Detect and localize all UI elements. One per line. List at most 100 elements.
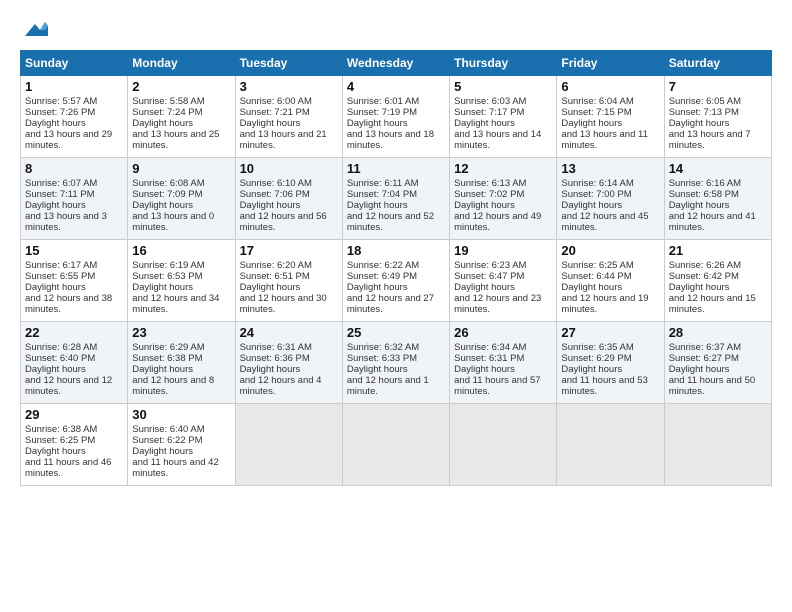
daylight-duration: and 13 hours and 25 minutes. (132, 129, 219, 151)
sunset-label: Sunset: 7:17 PM (454, 107, 524, 118)
daylight-label: Daylight hours (132, 118, 193, 129)
daylight-label: Daylight hours (25, 200, 86, 211)
sunset-label: Sunset: 6:38 PM (132, 353, 202, 364)
day-number: 5 (454, 79, 552, 94)
sunset-label: Sunset: 6:27 PM (669, 353, 739, 364)
daylight-label: Daylight hours (561, 118, 622, 129)
table-row: 23 Sunrise: 6:29 AM Sunset: 6:38 PM Dayl… (128, 322, 235, 404)
daylight-duration: and 13 hours and 11 minutes. (561, 129, 647, 151)
daylight-duration: and 12 hours and 41 minutes. (669, 211, 756, 233)
daylight-duration: and 12 hours and 12 minutes. (25, 375, 112, 397)
table-row: 28 Sunrise: 6:37 AM Sunset: 6:27 PM Dayl… (664, 322, 771, 404)
daylight-label: Daylight hours (347, 282, 408, 293)
day-number: 7 (669, 79, 767, 94)
daylight-label: Daylight hours (240, 118, 301, 129)
sunrise-label: Sunrise: 6:11 AM (347, 178, 419, 189)
daylight-label: Daylight hours (132, 282, 193, 293)
sunrise-label: Sunrise: 6:03 AM (454, 96, 526, 107)
daylight-duration: and 11 hours and 53 minutes. (561, 375, 647, 397)
sunrise-label: Sunrise: 6:19 AM (132, 260, 204, 271)
table-row: 16 Sunrise: 6:19 AM Sunset: 6:53 PM Dayl… (128, 240, 235, 322)
sunrise-label: Sunrise: 6:29 AM (132, 342, 204, 353)
sunset-label: Sunset: 7:04 PM (347, 189, 417, 200)
calendar-table: Sunday Monday Tuesday Wednesday Thursday… (20, 50, 772, 486)
sunset-label: Sunset: 6:58 PM (669, 189, 739, 200)
daylight-duration: and 11 hours and 46 minutes. (25, 457, 111, 479)
daylight-label: Daylight hours (454, 200, 515, 211)
day-number: 25 (347, 325, 445, 340)
sunrise-label: Sunrise: 6:01 AM (347, 96, 419, 107)
daylight-label: Daylight hours (669, 364, 730, 375)
daylight-label: Daylight hours (25, 364, 86, 375)
sunrise-label: Sunrise: 6:14 AM (561, 178, 633, 189)
sunrise-label: Sunrise: 5:57 AM (25, 96, 97, 107)
sunrise-label: Sunrise: 6:05 AM (669, 96, 741, 107)
calendar-week-row: 22 Sunrise: 6:28 AM Sunset: 6:40 PM Dayl… (21, 322, 772, 404)
daylight-duration: and 11 hours and 50 minutes. (669, 375, 755, 397)
sunset-label: Sunset: 6:49 PM (347, 271, 417, 282)
sunrise-label: Sunrise: 6:34 AM (454, 342, 526, 353)
sunrise-label: Sunrise: 6:40 AM (132, 424, 204, 435)
table-row: 15 Sunrise: 6:17 AM Sunset: 6:55 PM Dayl… (21, 240, 128, 322)
calendar-week-row: 29 Sunrise: 6:38 AM Sunset: 6:25 PM Dayl… (21, 404, 772, 486)
daylight-duration: and 12 hours and 1 minute. (347, 375, 429, 397)
sunset-label: Sunset: 7:15 PM (561, 107, 631, 118)
daylight-label: Daylight hours (669, 118, 730, 129)
col-sunday: Sunday (21, 51, 128, 76)
daylight-duration: and 12 hours and 52 minutes. (347, 211, 434, 233)
table-row: 17 Sunrise: 6:20 AM Sunset: 6:51 PM Dayl… (235, 240, 342, 322)
col-tuesday: Tuesday (235, 51, 342, 76)
day-number: 4 (347, 79, 445, 94)
table-row: 2 Sunrise: 5:58 AM Sunset: 7:24 PM Dayli… (128, 76, 235, 158)
table-row: 6 Sunrise: 6:04 AM Sunset: 7:15 PM Dayli… (557, 76, 664, 158)
daylight-label: Daylight hours (347, 118, 408, 129)
day-number: 30 (132, 407, 230, 422)
calendar-container: Sunday Monday Tuesday Wednesday Thursday… (0, 0, 792, 496)
daylight-duration: and 12 hours and 49 minutes. (454, 211, 541, 233)
daylight-label: Daylight hours (240, 282, 301, 293)
table-row: 14 Sunrise: 6:16 AM Sunset: 6:58 PM Dayl… (664, 158, 771, 240)
table-row: 18 Sunrise: 6:22 AM Sunset: 6:49 PM Dayl… (342, 240, 449, 322)
daylight-label: Daylight hours (132, 364, 193, 375)
daylight-label: Daylight hours (454, 118, 515, 129)
day-number: 8 (25, 161, 123, 176)
daylight-duration: and 12 hours and 34 minutes. (132, 293, 219, 315)
daylight-duration: and 11 hours and 57 minutes. (454, 375, 540, 397)
day-number: 18 (347, 243, 445, 258)
daylight-duration: and 12 hours and 8 minutes. (132, 375, 214, 397)
table-row: 5 Sunrise: 6:03 AM Sunset: 7:17 PM Dayli… (450, 76, 557, 158)
day-number: 16 (132, 243, 230, 258)
daylight-label: Daylight hours (240, 364, 301, 375)
daylight-duration: and 12 hours and 19 minutes. (561, 293, 648, 315)
sunset-label: Sunset: 7:26 PM (25, 107, 95, 118)
sunset-label: Sunset: 7:06 PM (240, 189, 310, 200)
daylight-duration: and 13 hours and 3 minutes. (25, 211, 107, 233)
table-row: 26 Sunrise: 6:34 AM Sunset: 6:31 PM Dayl… (450, 322, 557, 404)
daylight-duration: and 12 hours and 27 minutes. (347, 293, 434, 315)
daylight-duration: and 12 hours and 4 minutes. (240, 375, 322, 397)
calendar-week-row: 1 Sunrise: 5:57 AM Sunset: 7:26 PM Dayli… (21, 76, 772, 158)
table-row: 13 Sunrise: 6:14 AM Sunset: 7:00 PM Dayl… (557, 158, 664, 240)
day-number: 27 (561, 325, 659, 340)
sunrise-label: Sunrise: 6:16 AM (669, 178, 741, 189)
daylight-label: Daylight hours (347, 364, 408, 375)
table-row: 20 Sunrise: 6:25 AM Sunset: 6:44 PM Dayl… (557, 240, 664, 322)
sunrise-label: Sunrise: 6:38 AM (25, 424, 97, 435)
sunrise-label: Sunrise: 6:23 AM (454, 260, 526, 271)
sunrise-label: Sunrise: 6:13 AM (454, 178, 526, 189)
sunrise-label: Sunrise: 5:58 AM (132, 96, 204, 107)
sunset-label: Sunset: 7:02 PM (454, 189, 524, 200)
day-number: 23 (132, 325, 230, 340)
table-row: 4 Sunrise: 6:01 AM Sunset: 7:19 PM Dayli… (342, 76, 449, 158)
table-row: 8 Sunrise: 6:07 AM Sunset: 7:11 PM Dayli… (21, 158, 128, 240)
day-number: 29 (25, 407, 123, 422)
day-number: 2 (132, 79, 230, 94)
sunrise-label: Sunrise: 6:17 AM (25, 260, 97, 271)
sunset-label: Sunset: 6:47 PM (454, 271, 524, 282)
day-number: 17 (240, 243, 338, 258)
day-number: 15 (25, 243, 123, 258)
table-row: 21 Sunrise: 6:26 AM Sunset: 6:42 PM Dayl… (664, 240, 771, 322)
col-friday: Friday (557, 51, 664, 76)
daylight-label: Daylight hours (454, 364, 515, 375)
calendar-week-row: 15 Sunrise: 6:17 AM Sunset: 6:55 PM Dayl… (21, 240, 772, 322)
